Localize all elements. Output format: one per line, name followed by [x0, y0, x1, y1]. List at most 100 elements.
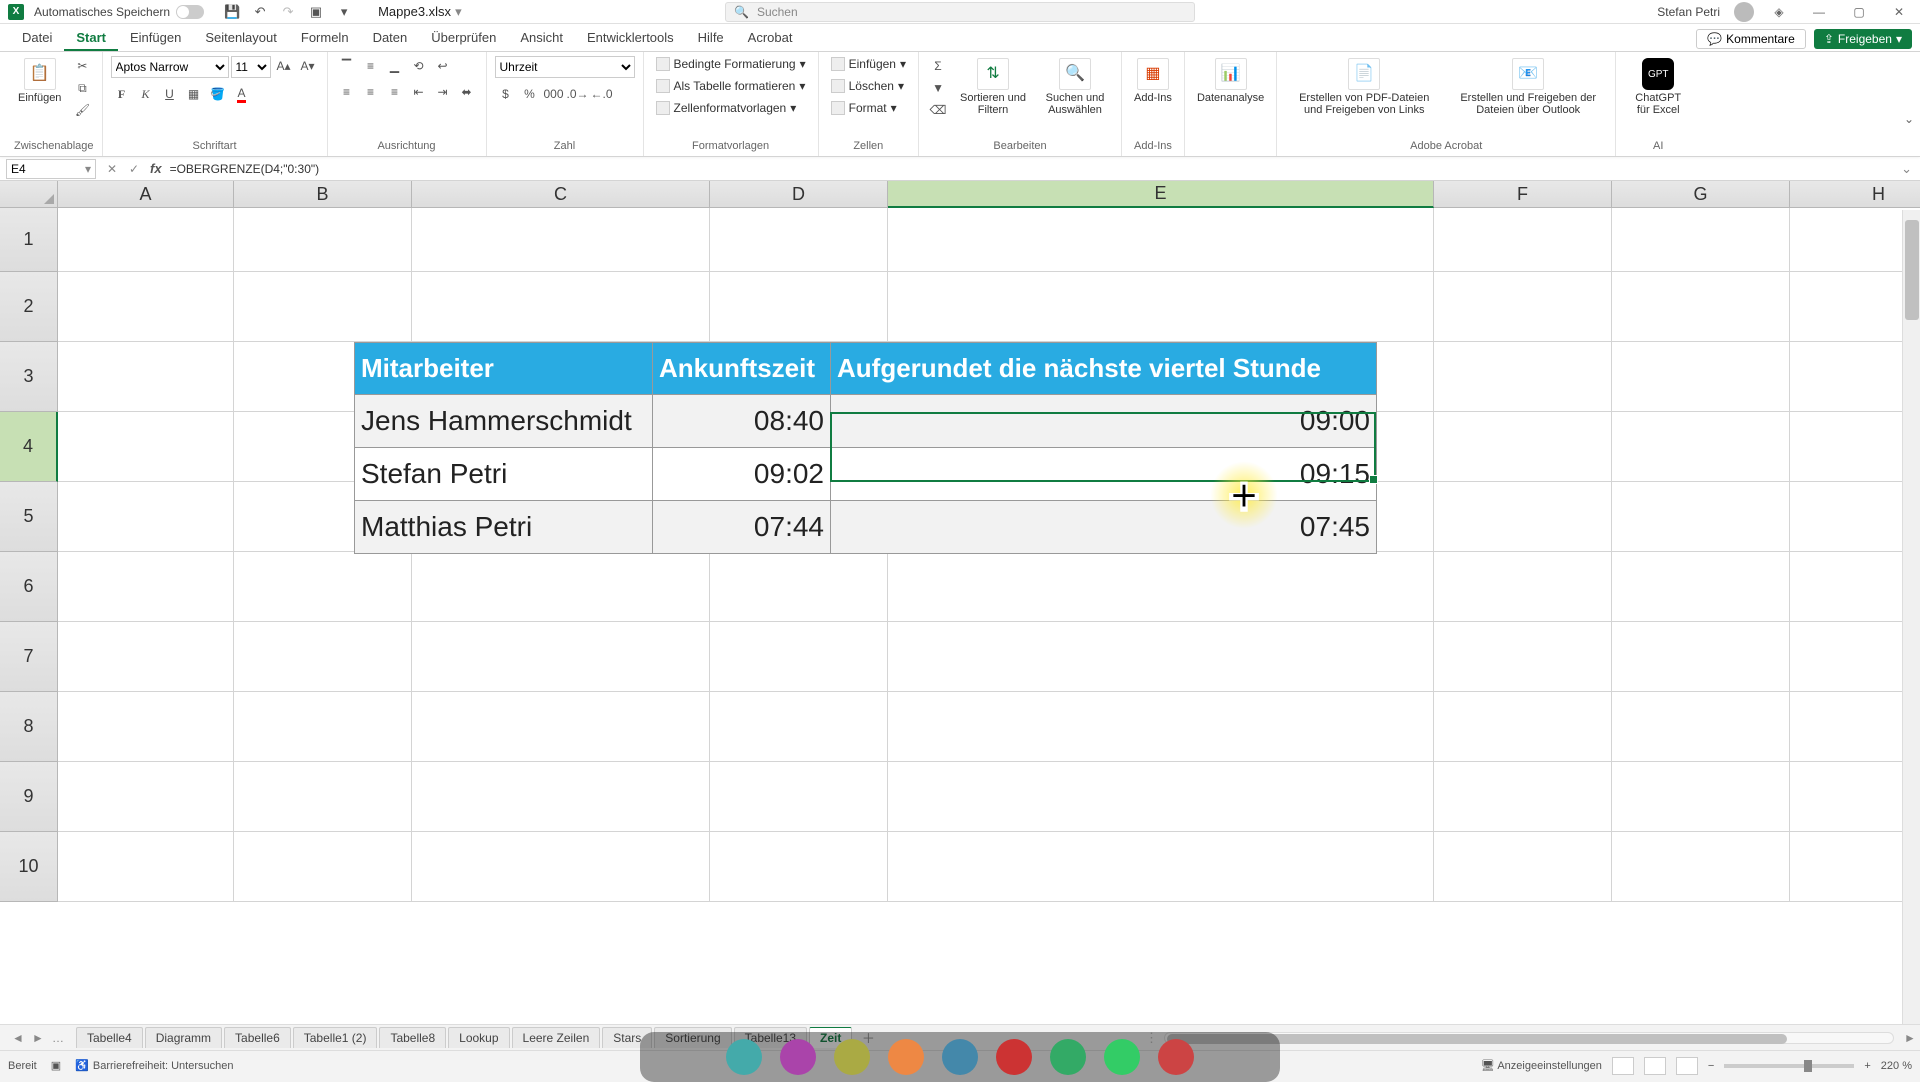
- cell-H4[interactable]: [1790, 412, 1920, 482]
- addins-button[interactable]: ▦ Add-Ins: [1130, 56, 1176, 106]
- currency-icon[interactable]: $: [495, 84, 517, 104]
- redo-icon[interactable]: ↷: [276, 2, 300, 22]
- sheet-tab-leere-zeilen[interactable]: Leere Zeilen: [512, 1027, 601, 1048]
- cell-D6[interactable]: [710, 552, 888, 622]
- v-scroll-thumb[interactable]: [1905, 220, 1919, 320]
- taskbar-icon[interactable]: [1050, 1039, 1086, 1075]
- ribbon-tab-überprüfen[interactable]: Überprüfen: [419, 26, 508, 51]
- cell-F1[interactable]: [1434, 208, 1612, 272]
- cell-B6[interactable]: [234, 552, 412, 622]
- col-header-D[interactable]: D: [710, 181, 888, 208]
- taskbar-icon[interactable]: [834, 1039, 870, 1075]
- zoom-slider-thumb[interactable]: [1804, 1060, 1812, 1072]
- cell-G10[interactable]: [1612, 832, 1790, 902]
- row-header-5[interactable]: 5: [0, 482, 58, 552]
- table-header-rounded[interactable]: Aufgerundet die nächste viertel Stunde: [831, 343, 1377, 395]
- taskbar-icon[interactable]: [726, 1039, 762, 1075]
- align-middle-icon[interactable]: ≡: [360, 56, 382, 76]
- shrink-font-icon[interactable]: A▾: [297, 56, 319, 76]
- sheet-tab-tabelle4[interactable]: Tabelle4: [76, 1027, 143, 1048]
- cell-H2[interactable]: [1790, 272, 1920, 342]
- chatgpt-button[interactable]: GPT ChatGPT für Excel: [1624, 56, 1692, 118]
- row-header-9[interactable]: 9: [0, 762, 58, 832]
- data-analysis-button[interactable]: 📊 Datenanalyse: [1193, 56, 1268, 106]
- filename-dropdown-icon[interactable]: ▾: [455, 4, 462, 20]
- cell-E2[interactable]: [888, 272, 1434, 342]
- cell-G1[interactable]: [1612, 208, 1790, 272]
- cell-C7[interactable]: [412, 622, 710, 692]
- bold-icon[interactable]: F: [111, 84, 133, 104]
- cell-F3[interactable]: [1434, 342, 1612, 412]
- ribbon-tab-datei[interactable]: Datei: [10, 26, 64, 51]
- undo-icon[interactable]: ↶: [248, 2, 272, 22]
- cell-C9[interactable]: [412, 762, 710, 832]
- cell-A9[interactable]: [58, 762, 234, 832]
- cell-G4[interactable]: [1612, 412, 1790, 482]
- cut-icon[interactable]: ✂: [71, 56, 93, 76]
- cell-E10[interactable]: [888, 832, 1434, 902]
- select-all-corner[interactable]: [0, 181, 58, 208]
- row-header-2[interactable]: 2: [0, 272, 58, 342]
- cell-D10[interactable]: [710, 832, 888, 902]
- clear-icon[interactable]: ⌫: [927, 100, 949, 120]
- cell-A1[interactable]: [58, 208, 234, 272]
- decrease-decimal-icon[interactable]: ←.0: [591, 84, 613, 104]
- worksheet-grid[interactable]: ABCDEFGH 12345678910 Mitarbeiter Ankunft…: [0, 181, 1920, 1024]
- align-right-icon[interactable]: ≡: [384, 82, 406, 102]
- cell-G9[interactable]: [1612, 762, 1790, 832]
- conditional-formatting-button[interactable]: Bedingte Formatierung▾: [652, 56, 810, 72]
- user-name[interactable]: Stefan Petri: [1657, 5, 1720, 19]
- cell-name[interactable]: Matthias Petri: [355, 501, 653, 554]
- cell-D1[interactable]: [710, 208, 888, 272]
- formula-input[interactable]: =OBERGRENZE(D4;"0:30"): [168, 162, 1902, 176]
- delete-cells-button[interactable]: Löschen▾: [827, 78, 908, 94]
- share-button[interactable]: ⇪ Freigeben ▾: [1814, 29, 1912, 49]
- italic-icon[interactable]: K: [135, 84, 157, 104]
- cell-B10[interactable]: [234, 832, 412, 902]
- taskbar-icon[interactable]: [996, 1039, 1032, 1075]
- ribbon-tab-start[interactable]: Start: [64, 26, 118, 51]
- ribbon-tab-hilfe[interactable]: Hilfe: [686, 26, 736, 51]
- increase-indent-icon[interactable]: ⇥: [432, 82, 454, 102]
- cell-rounded[interactable]: 09:00: [831, 395, 1377, 448]
- ribbon-tab-ansicht[interactable]: Ansicht: [508, 26, 575, 51]
- cell-H8[interactable]: [1790, 692, 1920, 762]
- enter-formula-icon[interactable]: ✓: [124, 162, 144, 176]
- cell-G3[interactable]: [1612, 342, 1790, 412]
- font-color-icon[interactable]: A: [231, 84, 253, 104]
- taskbar-icon[interactable]: [1104, 1039, 1140, 1075]
- cell-F2[interactable]: [1434, 272, 1612, 342]
- vertical-scrollbar[interactable]: [1902, 210, 1920, 1024]
- cell-E8[interactable]: [888, 692, 1434, 762]
- close-icon[interactable]: ✕: [1884, 2, 1914, 22]
- increase-decimal-icon[interactable]: .0→: [567, 84, 589, 104]
- sheet-tab-diagramm[interactable]: Diagramm: [145, 1027, 222, 1048]
- cell-C6[interactable]: [412, 552, 710, 622]
- cell-A3[interactable]: [58, 342, 234, 412]
- qat-dropdown-icon[interactable]: ▾: [332, 2, 356, 22]
- autosave-toggle[interactable]: [176, 5, 204, 19]
- cell-G2[interactable]: [1612, 272, 1790, 342]
- cell-G5[interactable]: [1612, 482, 1790, 552]
- autosum-icon[interactable]: Σ: [927, 56, 949, 76]
- thousands-icon[interactable]: 000: [543, 84, 565, 104]
- taskbar-icon[interactable]: [942, 1039, 978, 1075]
- cell-E6[interactable]: [888, 552, 1434, 622]
- name-box[interactable]: E4 ▾: [6, 159, 96, 179]
- cell-B9[interactable]: [234, 762, 412, 832]
- ribbon-tab-daten[interactable]: Daten: [361, 26, 420, 51]
- cell-C10[interactable]: [412, 832, 710, 902]
- view-normal-icon[interactable]: [1612, 1057, 1634, 1075]
- taskbar-icon[interactable]: [780, 1039, 816, 1075]
- sheet-nav-more-icon[interactable]: …: [48, 1031, 68, 1045]
- insert-cells-button[interactable]: Einfügen▾: [827, 56, 910, 72]
- cell-B2[interactable]: [234, 272, 412, 342]
- minimize-icon[interactable]: —: [1804, 2, 1834, 22]
- row-header-1[interactable]: 1: [0, 208, 58, 272]
- fill-icon[interactable]: ▼: [927, 78, 949, 98]
- underline-icon[interactable]: U: [159, 84, 181, 104]
- grow-font-icon[interactable]: A▴: [273, 56, 295, 76]
- cell-H5[interactable]: [1790, 482, 1920, 552]
- h-scroll-right-icon[interactable]: ►: [1900, 1031, 1920, 1045]
- zoom-in-icon[interactable]: +: [1864, 1060, 1870, 1072]
